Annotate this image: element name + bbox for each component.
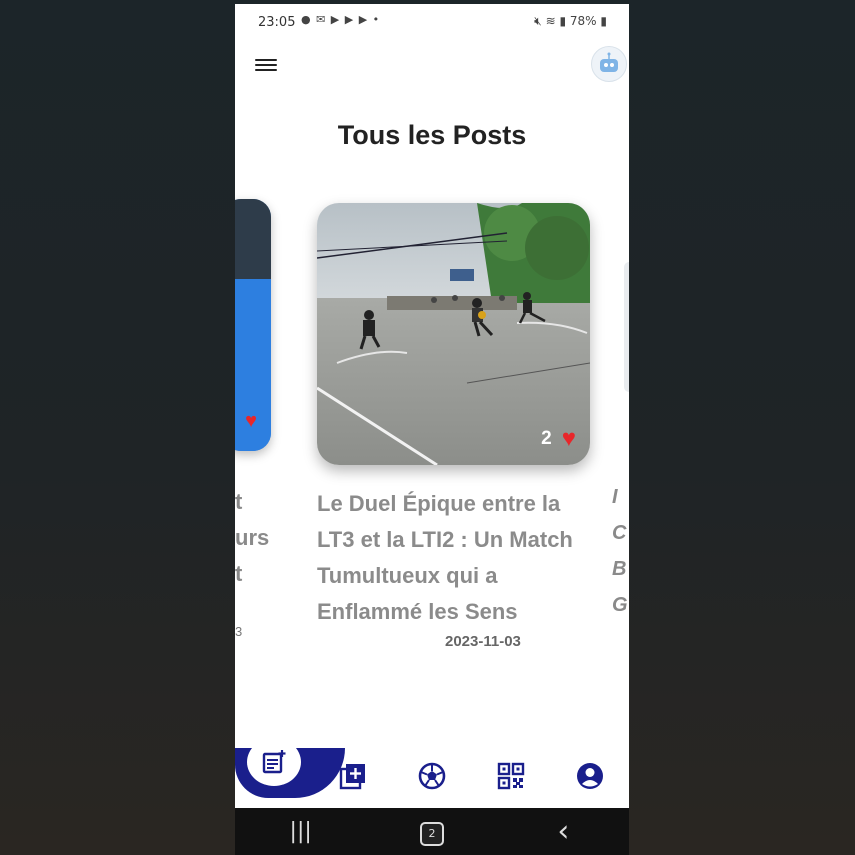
signal-icon: ▮ — [559, 14, 567, 28]
battery-level: 78% — [569, 14, 597, 28]
mute-icon: 🔇︎ — [534, 14, 542, 28]
football-icon — [418, 762, 446, 790]
nav-item-posts[interactable] — [247, 738, 301, 786]
bottom-navigation — [235, 738, 629, 808]
nav-item-add-post[interactable] — [335, 758, 371, 794]
nav-item-qr-code[interactable] — [493, 758, 529, 794]
system-navigation-bar: ||| 2 ‹ — [235, 808, 629, 855]
likes-count: 2 — [541, 428, 552, 449]
profile-icon — [577, 763, 603, 789]
app-bar — [235, 40, 629, 95]
post-image — [317, 203, 590, 465]
nav-active-indicator — [235, 738, 345, 798]
battery-icon: ▮ — [600, 14, 607, 28]
status-time: 23:05 — [258, 15, 296, 30]
recents-button[interactable]: ||| — [271, 819, 331, 844]
post-title[interactable]: Le Duel Épique entre la LT3 et la LTI2 :… — [317, 486, 597, 630]
posts-icon — [262, 750, 286, 774]
wifi-icon: ≋ — [545, 14, 556, 28]
heart-icon[interactable]: ♥ — [562, 427, 576, 451]
add-post-icon — [339, 764, 365, 790]
post-title-next: I C B G — [612, 486, 628, 616]
post-title-previous: t urs t — [235, 489, 270, 586]
home-button[interactable]: 2 — [402, 818, 462, 846]
phone-screen: 23:05 ● ✉ ▶ ▶ ▶ • 🔇︎ ≋ ▮ 78% ▮ Tous les … — [235, 4, 629, 855]
page-title: Tous les Posts — [337, 120, 527, 150]
post-card-next[interactable] — [624, 262, 629, 392]
qr-code-icon — [497, 762, 525, 790]
post-date: 2023-11-03 — [445, 633, 521, 650]
status-bar: 23:05 ● ✉ ▶ ▶ ▶ • 🔇︎ ≋ ▮ 78% ▮ — [235, 4, 629, 40]
nav-item-football[interactable] — [414, 758, 450, 794]
back-button[interactable]: ‹ — [533, 814, 593, 849]
status-right: 🔇︎ ≋ ▮ 78% ▮ — [534, 14, 607, 29]
home-badge: 2 — [419, 821, 444, 846]
notification-icons: ● ✉ ▶ ▶ ▶ • — [301, 13, 381, 26]
chatbot-icon[interactable] — [591, 46, 627, 82]
menu-icon[interactable] — [255, 56, 277, 74]
post-date-previous: 3 — [235, 624, 243, 639]
likes-counter[interactable]: 2 ♥ — [541, 427, 576, 451]
heart-icon: ♥ — [245, 410, 257, 432]
nav-item-profile[interactable] — [572, 758, 608, 794]
post-card-previous[interactable]: ♥ — [235, 199, 271, 451]
post-card[interactable]: 2 ♥ — [317, 203, 590, 465]
